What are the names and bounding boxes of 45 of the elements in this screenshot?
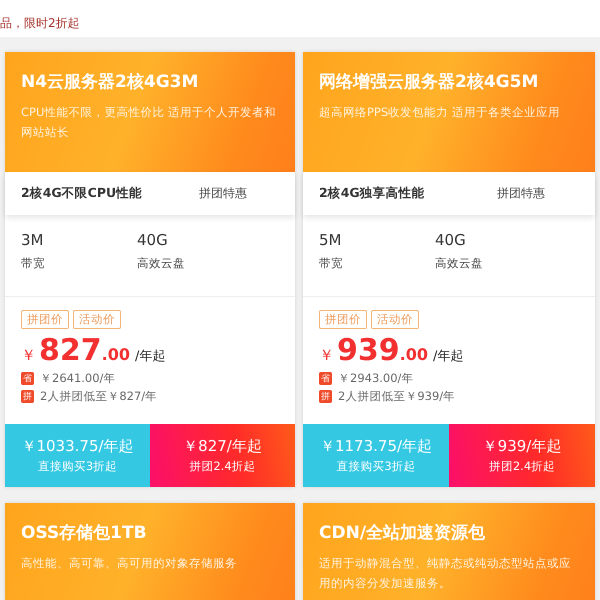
product-description: 高性能、高可靠、高可用的对象存储服务	[21, 555, 238, 572]
promo-text: 拼团特惠	[199, 185, 247, 202]
buy-button[interactable]: ￥939/年起 拼团2.4折起	[449, 424, 595, 487]
feature-text: 2核4G独享高性能	[319, 185, 426, 202]
feature-text: 2核4G不限CPU性能	[21, 185, 144, 202]
spec-label: 高效云盘	[137, 256, 186, 271]
price-cents: .00	[400, 345, 428, 364]
subtitle: 品，限时2折起	[0, 15, 81, 32]
promo-text: 拼团特惠	[497, 185, 545, 202]
note-badge: 拼	[319, 390, 332, 403]
price-tag: 拼团价	[319, 310, 367, 329]
spec-label: 带宽	[21, 256, 46, 271]
price-unit: /年起	[432, 348, 464, 365]
product-description: CPU性能不限，更高性价比 适用于个人开发者和网站站长	[21, 104, 278, 141]
buy-button[interactable]: ￥1173.75/年起 直接购买3折起	[303, 424, 449, 487]
price-cents: .00	[102, 345, 130, 364]
note-badge: 省	[319, 372, 332, 385]
currency-sign: ￥	[21, 346, 36, 365]
price-unit: /年起	[134, 348, 166, 365]
spec-value: 40G	[435, 231, 467, 249]
price-tag: 拼团价	[21, 310, 69, 329]
price: 827	[39, 333, 102, 368]
spec-label: 带宽	[319, 256, 344, 271]
price-tag: 活动价	[73, 310, 121, 329]
product-title: OSS存储包1TB	[21, 522, 148, 544]
product-title: N4云服务器2核4G3M	[21, 71, 200, 93]
product-description: 适用于动静混合型、纯静态或纯动态型站点或应用的内容分发加速服务。	[319, 555, 572, 592]
currency-sign: ￥	[319, 346, 334, 365]
note-text: ￥2641.00/年	[40, 371, 116, 386]
price-tag: 活动价	[371, 310, 419, 329]
note-badge: 省	[21, 372, 34, 385]
product-title: CDN/全站加速资源包	[319, 522, 486, 544]
note-text: ￥2943.00/年	[338, 371, 414, 386]
product-description: 超高网络PPS收发包能力 适用于各类企业应用	[319, 104, 561, 121]
spec-value: 40G	[137, 231, 169, 249]
buy-button[interactable]: ￥1033.75/年起 直接购买3折起	[5, 424, 150, 487]
note-badge: 拼	[21, 390, 34, 403]
buy-button[interactable]: ￥827/年起 拼团2.4折起	[150, 424, 295, 487]
product-title: 网络增强云服务器2核4G5M	[319, 71, 540, 93]
spec-value: 3M	[21, 231, 44, 249]
spec-value: 5M	[319, 231, 342, 249]
spec-label: 高效云盘	[435, 256, 484, 271]
note-text: 2人拼团低至￥939/年	[338, 389, 456, 404]
note-text: 2人拼团低至￥827/年	[40, 389, 158, 404]
price: 939	[337, 333, 400, 368]
